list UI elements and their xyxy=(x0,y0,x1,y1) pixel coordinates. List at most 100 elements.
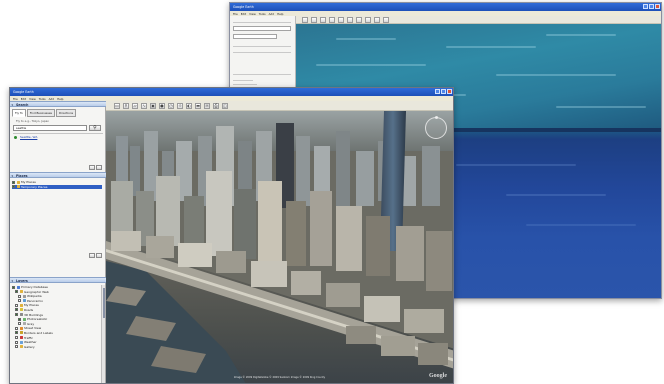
view-in-maps-icon[interactable]: ◫ xyxy=(222,102,228,109)
folder-icon xyxy=(16,180,20,184)
folder-icon xyxy=(19,303,23,307)
menu-edit[interactable]: Edit xyxy=(21,97,26,101)
placemark-icon[interactable]: ⚲ xyxy=(123,102,129,109)
minimize-icon[interactable] xyxy=(643,4,648,9)
layers-panel-header[interactable]: Layers xyxy=(10,277,106,283)
layer-icon xyxy=(22,299,26,303)
historical-imagery-icon[interactable]: ◷ xyxy=(168,102,174,109)
path-icon[interactable]: ∿ xyxy=(141,102,147,109)
tab-find-businesses[interactable]: Find Businesses xyxy=(26,109,56,117)
back-menu-help[interactable]: Help xyxy=(277,12,283,16)
planets-icon[interactable]: ◐ xyxy=(186,102,192,109)
google-earth-window: Google Earth File Edit View Tools Add He… xyxy=(9,87,454,384)
menu-view[interactable]: View xyxy=(29,97,36,101)
delete-results-button[interactable] xyxy=(89,165,95,170)
back-menu-edit[interactable]: Edit xyxy=(241,12,246,16)
checkbox-icon[interactable] xyxy=(15,290,18,294)
places-item-selected[interactable]: Temporary Places xyxy=(12,184,102,190)
city-3d-view[interactable]: Image © 2009 DigitalGlobe © 2009 Sanborn… xyxy=(106,111,453,383)
menu-tools[interactable]: Tools xyxy=(39,97,46,101)
city-scene xyxy=(106,111,453,383)
back-search-input[interactable] xyxy=(233,26,291,31)
places-up-button[interactable] xyxy=(89,253,95,258)
back-menu-add[interactable]: Add xyxy=(269,12,274,16)
checkbox-icon[interactable] xyxy=(15,336,18,340)
layer-icon xyxy=(22,294,26,298)
tour-icon[interactable] xyxy=(347,16,353,23)
checkbox-icon[interactable] xyxy=(15,340,18,344)
checkbox-icon[interactable] xyxy=(18,299,21,303)
back-menu-view[interactable]: View xyxy=(249,12,256,16)
places-panel-header[interactable]: Places xyxy=(10,172,106,178)
checkbox-icon[interactable] xyxy=(12,285,15,289)
checkbox-icon[interactable] xyxy=(15,308,18,312)
tab-fly-to[interactable]: Fly To xyxy=(12,109,26,117)
ruler-icon[interactable]: ▬ xyxy=(195,102,201,109)
back-window-controls xyxy=(643,4,660,9)
copy-results-button[interactable] xyxy=(96,165,102,170)
checkbox-icon[interactable] xyxy=(12,180,15,184)
weather-icon xyxy=(19,340,23,344)
layer-item[interactable]: Gallery xyxy=(12,345,99,350)
overlay-icon[interactable] xyxy=(338,16,344,23)
checkbox-icon[interactable] xyxy=(15,326,18,330)
image-overlay-icon[interactable]: ▣ xyxy=(150,102,156,109)
search-actions xyxy=(89,165,102,170)
wave xyxy=(546,34,616,36)
search-panel-header[interactable]: Search xyxy=(10,101,106,107)
menu-help[interactable]: Help xyxy=(57,97,63,101)
layers-tree: Primary Database Geographic Web Wikipedi… xyxy=(12,285,99,349)
back-titlebar[interactable]: Google Earth xyxy=(230,3,661,11)
places-down-button[interactable] xyxy=(96,253,102,258)
record-tour-icon[interactable]: ● xyxy=(159,102,165,109)
divider xyxy=(233,52,291,53)
building-icon xyxy=(19,313,23,317)
polygon-icon[interactable] xyxy=(320,16,326,23)
email-icon[interactable] xyxy=(374,16,380,23)
close-icon[interactable] xyxy=(447,89,452,94)
search-result-item[interactable]: Seattle, WA xyxy=(13,135,101,140)
wave xyxy=(556,106,646,108)
polygon-icon[interactable]: ▱ xyxy=(132,102,138,109)
divider xyxy=(233,74,291,75)
print-icon[interactable]: ⎙ xyxy=(213,102,219,109)
checkbox-icon[interactable] xyxy=(12,185,15,189)
checkbox-icon[interactable] xyxy=(15,313,18,317)
back-menu-tools[interactable]: Tools xyxy=(259,12,266,16)
traffic-icon xyxy=(19,336,23,340)
print-icon[interactable] xyxy=(383,16,389,23)
menu-add[interactable]: Add xyxy=(49,97,54,101)
checkbox-icon[interactable] xyxy=(15,345,18,349)
checkbox-icon[interactable] xyxy=(15,331,18,335)
sidebar-toggle-icon[interactable] xyxy=(302,16,308,23)
checkbox-icon[interactable] xyxy=(15,303,18,307)
checkbox-icon[interactable] xyxy=(18,317,21,321)
back-toolbar xyxy=(296,16,661,24)
email-icon[interactable]: ✉ xyxy=(204,102,210,109)
back-menu-file[interactable]: File xyxy=(233,12,238,16)
fly-to-input[interactable]: seattle xyxy=(13,125,87,131)
sky-icon[interactable] xyxy=(356,16,362,23)
maximize-icon[interactable] xyxy=(441,89,446,94)
search-button[interactable]: ⚲ xyxy=(89,125,101,131)
scrollbar-thumb[interactable] xyxy=(102,288,105,318)
checkbox-icon[interactable] xyxy=(18,294,21,298)
ruler-icon[interactable] xyxy=(365,16,371,23)
underwater-ripple xyxy=(456,164,576,166)
layers-scrollbar[interactable] xyxy=(101,285,105,383)
back-search-field-2[interactable] xyxy=(233,34,277,39)
navigation-compass-icon[interactable] xyxy=(425,116,447,139)
front-titlebar[interactable]: Google Earth xyxy=(10,88,453,96)
maximize-icon[interactable] xyxy=(649,4,654,9)
checkbox-icon[interactable] xyxy=(18,322,21,326)
tab-directions[interactable]: Directions xyxy=(56,109,77,117)
sidebar-toggle-icon[interactable]: ▭ xyxy=(114,102,120,109)
search-tabs: Fly To Find Businesses Directions xyxy=(12,109,77,117)
minimize-icon[interactable] xyxy=(435,89,440,94)
menu-file[interactable]: File xyxy=(13,97,18,101)
close-icon[interactable] xyxy=(655,4,660,9)
sunlight-icon[interactable]: ☼ xyxy=(177,102,183,109)
placemark-icon[interactable] xyxy=(311,16,317,23)
wave xyxy=(496,74,616,76)
path-icon[interactable] xyxy=(329,16,335,23)
